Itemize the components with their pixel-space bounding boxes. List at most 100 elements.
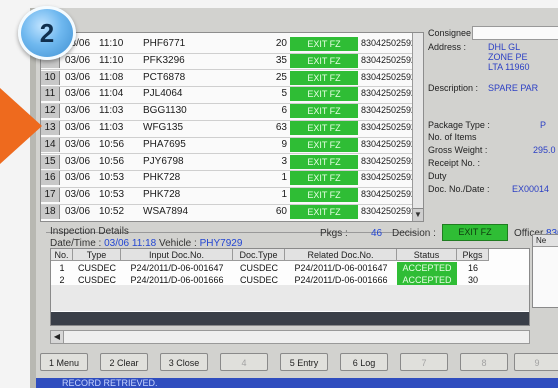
row-number-cell: 15 bbox=[41, 154, 60, 169]
address-line-2: ZONE PE bbox=[488, 52, 528, 62]
date-cell: 03/06 bbox=[65, 138, 91, 150]
time-cell: 11:10 bbox=[99, 38, 124, 49]
duty-label: Duty bbox=[428, 171, 447, 181]
address-line-1: DHL GL bbox=[488, 42, 521, 52]
time-cell: 11:04 bbox=[99, 88, 124, 100]
table-horizontal-scrollbar[interactable] bbox=[51, 312, 529, 325]
status-message: RECORD RETRIEVED. bbox=[62, 378, 158, 388]
row-number-cell: 16 bbox=[41, 171, 60, 186]
pkgs-cell: 9 bbox=[281, 138, 287, 150]
row-number-cell: 18 bbox=[41, 205, 60, 219]
vehicle-number-cell: WSA7894 bbox=[143, 206, 189, 217]
table-row[interactable]: 11 03/06 11:04 PJL4064 5 EXIT FZ 830425025928 bbox=[41, 87, 421, 102]
date-cell: 03/06 bbox=[65, 88, 91, 100]
close-button[interactable]: 3 Close bbox=[160, 353, 208, 371]
scroll-down-arrow-icon[interactable]: ▼ bbox=[413, 208, 423, 221]
time-cell: 11:03 bbox=[99, 105, 124, 117]
related-doc-number-cell: P24/2011/D-06-001647 bbox=[294, 263, 388, 273]
address-line-3: LTA 11960 bbox=[488, 62, 530, 72]
decision-label: Decision : bbox=[392, 228, 436, 239]
table-row[interactable]: 16 03/06 10:53 PHK728 1 EXIT FZ 830425025928 bbox=[41, 171, 421, 186]
photo-frame: 03/06 11:10 PHF6771 20 EXIT FZ 830425025928 03… bbox=[0, 0, 558, 388]
date-cell: 03/06 bbox=[65, 206, 91, 217]
vehicle-number-cell: PJL4064 bbox=[143, 88, 183, 100]
vehicle-number-cell: PHA7695 bbox=[143, 138, 186, 150]
gross-weight-value: 295.0 bbox=[533, 145, 556, 155]
doc-row-number: 1 bbox=[59, 263, 65, 273]
date-cell: 03/06 bbox=[65, 172, 91, 184]
package-type-label: Package Type : bbox=[428, 120, 490, 130]
time-cell: 10:52 bbox=[99, 206, 125, 217]
time-cell: 11:08 bbox=[99, 71, 124, 83]
table-row[interactable]: 10 03/06 11:08 PCT6878 25 EXIT FZ 830425025928 bbox=[41, 70, 421, 86]
decision-badge: EXIT FZ bbox=[290, 37, 358, 51]
pkgs-cell: 25 bbox=[275, 71, 287, 83]
vehicle-list-grid[interactable]: 03/06 11:10 PHF6771 20 EXIT FZ 830425025928 03… bbox=[40, 32, 424, 222]
consignee-label: Consignee : bbox=[428, 28, 477, 38]
menu-button[interactable]: 1 Menu bbox=[40, 353, 88, 371]
vehicle-number-cell: BGG1130 bbox=[143, 105, 187, 117]
time-cell: 10:53 bbox=[99, 189, 125, 201]
secondary-table-header: Ne bbox=[533, 235, 558, 247]
date-cell: 03/06 bbox=[65, 189, 91, 201]
table-row[interactable]: 03/06 11:10 PHF6771 20 EXIT FZ 830425025928 bbox=[41, 37, 421, 52]
orange-arrow-icon bbox=[0, 88, 42, 164]
table-row[interactable]: 12 03/06 11:03 BGG1130 6 EXIT FZ 830425025928 bbox=[41, 104, 421, 119]
package-type-value: P bbox=[540, 120, 547, 130]
decision-badge: EXIT FZ bbox=[290, 205, 358, 219]
horizontal-scrollbar[interactable]: ◀ bbox=[50, 330, 530, 344]
pkgs-label: Pkgs : bbox=[320, 228, 348, 239]
step-number-badge: 2 bbox=[18, 6, 76, 60]
column-header-doc-type: Doc.Type bbox=[233, 249, 285, 261]
decision-badge: EXIT FZ bbox=[290, 171, 358, 186]
decision-badge: EXIT FZ bbox=[290, 188, 358, 203]
table-row[interactable]: 1 CUSDEC P24/2011/D-06-001647 CUSDEC P24… bbox=[51, 262, 529, 274]
function-key-4-button[interactable]: 4 bbox=[220, 353, 268, 371]
decision-badge: EXIT FZ bbox=[290, 87, 358, 102]
row-divider bbox=[41, 220, 413, 221]
table-row[interactable]: 13 03/06 11:03 WFG135 63 EXIT FZ 830425025928 bbox=[41, 121, 421, 136]
consignee-field[interactable] bbox=[472, 26, 558, 40]
decision-badge: EXIT FZ bbox=[290, 70, 358, 85]
table-row[interactable]: 15 03/06 10:56 PJY6798 3 EXIT FZ 830425025928 bbox=[41, 154, 421, 170]
pkgs-cell: 63 bbox=[275, 122, 287, 133]
status-bar: RECORD RETRIEVED. bbox=[36, 378, 558, 388]
doc-number-value: EX00014 bbox=[512, 184, 550, 194]
pkgs-cell: 1 bbox=[281, 172, 287, 184]
log-button[interactable]: 6 Log bbox=[340, 353, 388, 371]
vertical-scrollbar[interactable]: ▼ bbox=[412, 33, 423, 221]
secondary-table[interactable]: Ne bbox=[532, 234, 558, 308]
time-cell: 10:56 bbox=[99, 138, 125, 150]
pkgs-value: 46 bbox=[371, 228, 383, 239]
column-header-related-doc-no: Related Doc.No. bbox=[285, 249, 397, 261]
pkgs-cell: 60 bbox=[275, 206, 287, 217]
function-key-8-button[interactable]: 8 bbox=[460, 353, 508, 371]
pkgs-cell: 5 bbox=[281, 88, 287, 100]
pkgs-cell: 35 bbox=[275, 54, 287, 66]
decision-badge: EXIT FZ bbox=[442, 224, 508, 241]
entry-button[interactable]: 5 Entry bbox=[280, 353, 328, 371]
pkgs-cell: 16 bbox=[467, 263, 478, 273]
time-cell: 11:03 bbox=[99, 122, 124, 133]
scroll-left-arrow-icon[interactable]: ◀ bbox=[51, 331, 64, 343]
function-key-7-button[interactable]: 7 bbox=[400, 353, 448, 371]
decision-badge: EXIT FZ bbox=[290, 104, 358, 119]
table-row[interactable]: 18 03/06 10:52 WSA7894 60 EXIT FZ 830425025928 bbox=[41, 205, 421, 220]
clear-button[interactable]: 2 Clear bbox=[100, 353, 148, 371]
column-header-status: Status bbox=[397, 249, 457, 261]
row-number-cell: 10 bbox=[41, 70, 60, 85]
decision-badge: EXIT FZ bbox=[290, 137, 358, 152]
documents-table[interactable]: No. Type Input Doc.No. Doc.Type Related … bbox=[50, 248, 530, 326]
time-cell: 10:56 bbox=[99, 155, 125, 167]
vehicle-number-cell: PHK728 bbox=[143, 189, 181, 201]
table-row[interactable]: 14 03/06 10:56 PHA7695 9 EXIT FZ 830425025928 bbox=[41, 137, 421, 153]
function-key-9-button[interactable]: 9 bbox=[514, 353, 558, 371]
doc-number-date-label: Doc. No./Date : bbox=[428, 184, 490, 194]
address-label: Address : bbox=[428, 42, 467, 52]
date-cell: 03/06 bbox=[65, 105, 91, 117]
table-row[interactable]: 03/06 11:10 PFK3296 35 EXIT FZ 830425025928 bbox=[41, 53, 421, 69]
vehicle-number-cell: PCT6878 bbox=[143, 71, 186, 83]
row-number-cell: 13 bbox=[41, 121, 60, 135]
vehicle-number-cell: PJY6798 bbox=[143, 155, 184, 167]
table-row[interactable]: 17 03/06 10:53 PHK728 1 EXIT FZ 830425025928 bbox=[41, 188, 421, 203]
